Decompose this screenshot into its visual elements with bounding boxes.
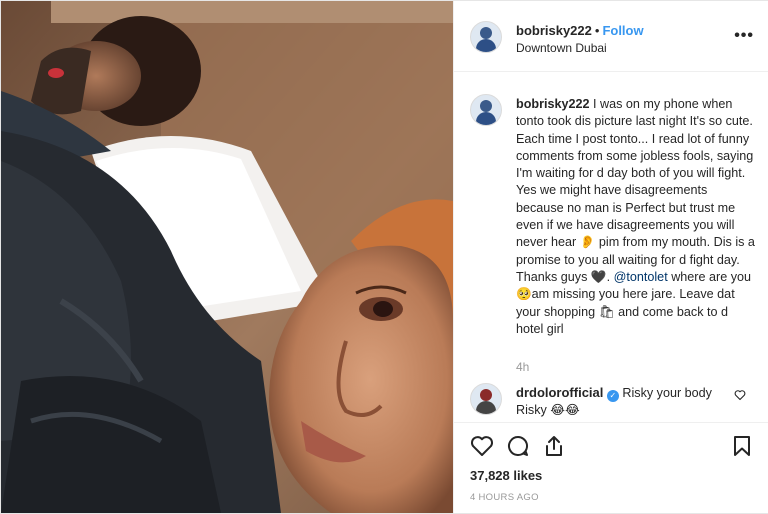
caption-username[interactable]: bobrisky222 — [516, 97, 590, 111]
caption-heart-emoji: 🖤 — [590, 269, 607, 284]
header-separator: • — [594, 23, 600, 38]
selfie-image — [1, 1, 453, 513]
caption-mention-link[interactable]: @tontolet — [614, 270, 668, 284]
post-actions: 37,828 likes 4 HOURS AGO — [454, 422, 768, 514]
author-avatar[interactable] — [470, 21, 502, 53]
post-location[interactable]: Downtown Dubai — [516, 41, 607, 55]
commenter-avatar[interactable] — [470, 383, 502, 415]
caption-time-ago[interactable]: 4h — [516, 360, 529, 374]
comment-like-heart-icon[interactable] — [734, 389, 746, 401]
post-side-panel: bobrisky222 • Follow Downtown Dubai ••• bo… — [453, 1, 768, 513]
caption-author-avatar[interactable] — [470, 94, 502, 126]
post-header: bobrisky222 • Follow Downtown Dubai ••• — [454, 1, 768, 72]
save-bookmark-icon[interactable] — [730, 434, 754, 458]
like-heart-icon[interactable] — [470, 434, 494, 458]
likes-count[interactable]: 37,828 likes — [470, 468, 542, 483]
follow-button[interactable]: Follow — [602, 23, 643, 38]
header-line: bobrisky222 • Follow — [516, 23, 644, 38]
instagram-post: bobrisky222 • Follow Downtown Dubai ••• bo… — [0, 0, 768, 514]
author-username[interactable]: bobrisky222 — [516, 23, 592, 38]
caption-text-part-1: I was on my phone when tonto took dis pi… — [516, 97, 755, 284]
comments-area: bobrisky222 I was on my phone when tonto… — [454, 72, 768, 420]
post-caption: bobrisky222 I was on my phone when tonto… — [516, 96, 756, 338]
caption-text-part-2: . — [606, 269, 614, 284]
post-timestamp[interactable]: 4 HOURS AGO — [470, 492, 539, 503]
comment-item: drdolorofficial ✓ Risky your body Risky … — [516, 384, 728, 419]
post-photo[interactable] — [1, 1, 453, 513]
commenter-username[interactable]: drdolorofficial — [516, 385, 603, 400]
share-icon[interactable] — [542, 434, 566, 458]
more-options-icon[interactable]: ••• — [734, 27, 754, 45]
verified-badge-icon: ✓ — [606, 390, 619, 402]
comment-bubble-icon[interactable] — [506, 434, 530, 458]
